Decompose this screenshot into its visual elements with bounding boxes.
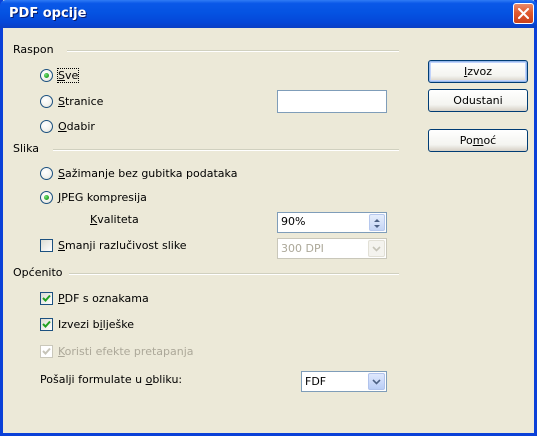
checkmark-icon bbox=[42, 320, 51, 328]
formula-format-dropdown-button[interactable] bbox=[368, 373, 385, 390]
pdf-options-dialog: PDF opcije Raspon Sve Stranice Odabir Sl… bbox=[0, 0, 537, 436]
cancel-button[interactable]: Odustani bbox=[428, 89, 528, 112]
export-notes-checkbox[interactable]: Izvezi bilješke bbox=[40, 315, 134, 333]
radio-pages-label: Stranice bbox=[58, 94, 104, 108]
range-group-label: Raspon bbox=[13, 43, 58, 56]
formula-format-select[interactable]: FDF bbox=[301, 371, 387, 392]
reduce-resolution-checkbox[interactable]: Smanji razlučivost slike bbox=[40, 236, 187, 254]
reduce-resolution-label: Smanji razlučivost slike bbox=[58, 238, 187, 252]
image-separator bbox=[53, 149, 399, 151]
export-notes-label: Izvezi bilješke bbox=[58, 317, 135, 331]
quality-value: 90% bbox=[281, 215, 306, 228]
chevron-down-icon bbox=[372, 246, 381, 252]
checkmark-icon bbox=[42, 294, 51, 302]
radio-all-label: Sve bbox=[56, 67, 80, 83]
radio-all-button[interactable] bbox=[40, 68, 53, 82]
dpi-dropdown-button[interactable] bbox=[368, 240, 385, 257]
pages-input[interactable] bbox=[277, 90, 387, 113]
formulas-label: Pošalji formulate u obliku: bbox=[40, 372, 183, 386]
transitions-label: Koristi efekte pretapanja bbox=[58, 344, 194, 358]
window-title: PDF opcije bbox=[9, 6, 87, 21]
dpi-select[interactable]: 300 DPI bbox=[277, 238, 387, 259]
close-button[interactable] bbox=[513, 3, 534, 24]
radio-selection-label: Odabir bbox=[58, 119, 95, 133]
close-icon bbox=[518, 8, 529, 19]
dpi-value: 300 DPI bbox=[281, 242, 324, 255]
image-group-label: Slika bbox=[13, 142, 44, 155]
radio-jpeg-button[interactable] bbox=[40, 190, 53, 204]
quality-spinner[interactable]: 90% bbox=[277, 212, 387, 233]
radio-jpeg-label: JPEG kompresija bbox=[58, 190, 147, 204]
range-separator bbox=[67, 50, 399, 52]
radio-lossless-button[interactable] bbox=[40, 166, 53, 180]
formulas-label-row: Pošalji formulate u obliku: bbox=[40, 370, 182, 388]
export-notes-box[interactable] bbox=[40, 317, 53, 331]
dialog-body: Raspon Sve Stranice Odabir Slika Sažiman… bbox=[3, 28, 534, 433]
tagged-pdf-checkbox[interactable]: PDF s oznakama bbox=[40, 289, 149, 307]
quality-label-row: Kvaliteta bbox=[90, 210, 139, 228]
radio-jpeg[interactable]: JPEG kompresija bbox=[40, 188, 147, 206]
spin-arrows-icon bbox=[374, 219, 380, 228]
quality-label: Kvaliteta bbox=[90, 212, 139, 226]
radio-pages-button[interactable] bbox=[40, 94, 53, 108]
help-button[interactable]: Pomoć bbox=[428, 129, 528, 152]
export-button[interactable]: Izvoz bbox=[428, 60, 528, 83]
general-separator bbox=[69, 273, 399, 275]
general-group-label: Općenito bbox=[13, 266, 67, 279]
transitions-checkbox: Koristi efekte pretapanja bbox=[40, 342, 194, 360]
radio-pages[interactable]: Stranice bbox=[40, 92, 103, 110]
tagged-pdf-label: PDF s oznakama bbox=[58, 291, 149, 305]
title-bar[interactable]: PDF opcije bbox=[0, 0, 537, 28]
tagged-pdf-box[interactable] bbox=[40, 291, 53, 305]
radio-selection[interactable]: Odabir bbox=[40, 117, 95, 135]
radio-all[interactable]: Sve bbox=[40, 66, 80, 84]
transitions-box bbox=[40, 344, 53, 358]
radio-lossless[interactable]: Sažimanje bez gubitka podataka bbox=[40, 164, 237, 182]
radio-lossless-label: Sažimanje bez gubitka podataka bbox=[58, 166, 238, 180]
chevron-down-icon bbox=[372, 379, 381, 385]
checkmark-icon bbox=[42, 347, 51, 355]
reduce-resolution-box[interactable] bbox=[40, 238, 53, 252]
radio-selection-button[interactable] bbox=[40, 119, 53, 133]
formula-format-value: FDF bbox=[305, 375, 327, 388]
quality-spin-buttons[interactable] bbox=[369, 214, 385, 231]
